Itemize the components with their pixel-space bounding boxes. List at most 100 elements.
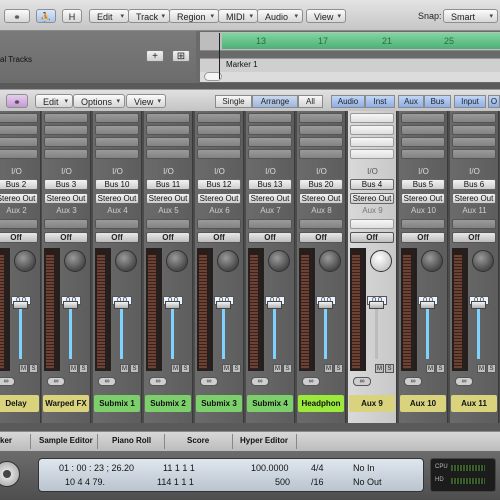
channel-name[interactable]: Headphon: [298, 395, 344, 412]
insert-slot[interactable]: [197, 125, 241, 135]
volume-fader[interactable]: [420, 301, 435, 309]
output-select[interactable]: Stereo Out: [350, 193, 394, 204]
insert-slot[interactable]: [452, 149, 496, 159]
volume-fader[interactable]: [165, 301, 180, 309]
volume-fader[interactable]: [216, 301, 231, 309]
group-link-button[interactable]: ∞: [404, 377, 422, 386]
mute-button[interactable]: M: [19, 364, 28, 373]
group-link-button[interactable]: ∞: [251, 377, 269, 386]
mixer-edit-menu[interactable]: Edit: [35, 94, 73, 109]
add-track-button[interactable]: +: [146, 50, 164, 62]
arrange-view-button[interactable]: Arrange: [252, 95, 298, 108]
marker-label[interactable]: Marker 1: [226, 60, 258, 69]
solo-button[interactable]: S: [334, 364, 343, 373]
channel-strip[interactable]: I/OBus 12Stereo OutAux 6Off0.0MS∞Submix …: [195, 111, 244, 423]
input-select[interactable]: Bus 12: [197, 179, 241, 190]
input-select[interactable]: Bus 6: [452, 179, 496, 190]
channel-name[interactable]: Submix 3: [196, 395, 242, 412]
volume-fader[interactable]: [114, 301, 129, 309]
insert-slot[interactable]: [401, 113, 445, 123]
insert-slot[interactable]: [197, 113, 241, 123]
volume-fader[interactable]: [63, 301, 78, 309]
tab-sample-editor[interactable]: Sample Editor: [39, 436, 93, 445]
midi-menu[interactable]: MIDI: [218, 9, 258, 24]
fader-track[interactable]: [120, 307, 123, 359]
audio-menu[interactable]: Audio: [257, 9, 303, 24]
channel-strip[interactable]: I/OBus 6Stereo OutAux 11Off0.0MS∞Aux 11: [450, 111, 499, 423]
insert-slot[interactable]: [452, 113, 496, 123]
channel-name[interactable]: Aux 11: [451, 395, 497, 412]
mixer-link-button[interactable]: ⚭: [6, 94, 28, 108]
insert-slot[interactable]: [44, 125, 88, 135]
automation-mode-button[interactable]: Off: [350, 232, 394, 243]
fader-track[interactable]: [477, 307, 480, 359]
edit-menu[interactable]: Edit: [89, 9, 129, 24]
group-link-button[interactable]: ∞: [98, 377, 116, 386]
channel-name[interactable]: Warped FX: [43, 395, 89, 412]
group-link-button[interactable]: ∞: [302, 377, 320, 386]
group-link-button[interactable]: ∞: [0, 377, 15, 386]
solo-button[interactable]: S: [487, 364, 496, 373]
solo-button[interactable]: S: [385, 364, 394, 373]
output-select[interactable]: Stereo Out: [401, 193, 445, 204]
insert-slot[interactable]: [197, 137, 241, 147]
transport-display[interactable]: 01 : 00 : 23 ; 26.20 10 4 4 79. 11 1 1 1…: [38, 458, 424, 492]
insert-slot[interactable]: [146, 149, 190, 159]
solo-button[interactable]: S: [79, 364, 88, 373]
playhead[interactable]: [219, 33, 220, 79]
mute-button[interactable]: M: [477, 364, 486, 373]
insert-slot[interactable]: [248, 137, 292, 147]
channel-strip[interactable]: I/OBus 10Stereo OutAux 4Off0.0MS∞Submix …: [93, 111, 142, 423]
insert-slot[interactable]: [248, 113, 292, 123]
tab-score[interactable]: Score: [187, 436, 209, 445]
automation-mode-button[interactable]: Off: [95, 232, 139, 243]
channel-strip[interactable]: I/OBus 4Stereo OutAux 9Off0.0MS∞Aux 9: [348, 111, 397, 423]
group-link-button[interactable]: ∞: [200, 377, 218, 386]
pan-knob[interactable]: [115, 250, 137, 272]
output-select[interactable]: Stereo Out: [197, 193, 241, 204]
insert-slot[interactable]: [0, 149, 38, 159]
insert-slot[interactable]: [95, 137, 139, 147]
automation-mode-button[interactable]: Off: [146, 232, 190, 243]
fader-track[interactable]: [19, 307, 22, 359]
pan-knob[interactable]: [217, 250, 239, 272]
insert-slot[interactable]: [350, 137, 394, 147]
input-select[interactable]: Bus 11: [146, 179, 190, 190]
insert-slot[interactable]: [452, 125, 496, 135]
mixer-view-menu[interactable]: View: [126, 94, 166, 109]
fader-track[interactable]: [426, 307, 429, 359]
pan-knob[interactable]: [319, 250, 341, 272]
fader-track[interactable]: [273, 307, 276, 359]
output-select[interactable]: Stereo Out: [95, 193, 139, 204]
channel-name[interactable]: Delay: [0, 395, 39, 412]
insert-slot[interactable]: [350, 125, 394, 135]
insert-slot[interactable]: [44, 137, 88, 147]
pan-knob[interactable]: [14, 250, 36, 272]
mute-button[interactable]: M: [222, 364, 231, 373]
mute-button[interactable]: M: [426, 364, 435, 373]
automation-mode-button[interactable]: Off: [248, 232, 292, 243]
input-select[interactable]: Bus 2: [0, 179, 38, 190]
send-slot[interactable]: [0, 219, 38, 229]
automation-mode-button[interactable]: Off: [197, 232, 241, 243]
mute-button[interactable]: M: [324, 364, 333, 373]
mixer-options-menu[interactable]: Options: [73, 94, 125, 109]
send-slot[interactable]: [299, 219, 343, 229]
channel-strip[interactable]: I/OBus 3Stereo OutAux 3Off0.0MS∞Warped F…: [42, 111, 91, 423]
catch-button[interactable]: ⛹: [36, 9, 56, 23]
horizontal-scrollbar[interactable]: [200, 72, 500, 82]
mute-button[interactable]: M: [120, 364, 129, 373]
group-link-button[interactable]: ∞: [455, 377, 473, 386]
insert-slot[interactable]: [452, 137, 496, 147]
solo-button[interactable]: S: [181, 364, 190, 373]
filter-aux-button[interactable]: Aux: [398, 95, 424, 108]
insert-slot[interactable]: [299, 149, 343, 159]
send-slot[interactable]: [197, 219, 241, 229]
filter-audio-button[interactable]: Audio: [331, 95, 365, 108]
input-select[interactable]: Bus 4: [350, 179, 394, 190]
insert-slot[interactable]: [350, 149, 394, 159]
insert-slot[interactable]: [95, 149, 139, 159]
insert-slot[interactable]: [0, 125, 38, 135]
mute-button[interactable]: M: [273, 364, 282, 373]
insert-slot[interactable]: [299, 125, 343, 135]
